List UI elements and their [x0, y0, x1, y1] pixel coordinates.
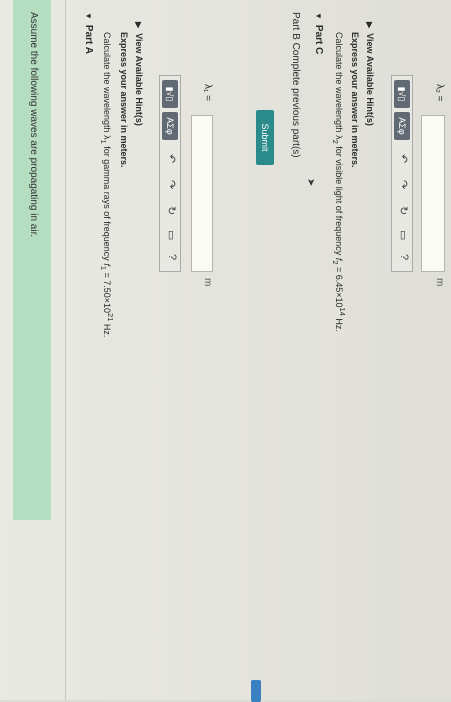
- reset-icon[interactable]: ↻: [165, 206, 178, 215]
- photo-background: Assume the following waves are propagati…: [0, 0, 451, 702]
- section-divider: [65, 0, 66, 700]
- part-c-math-toolbar: ▮√▯ ΑΣφ ↶ ↷ ↻ ▭ ?: [391, 75, 413, 272]
- keyboard-icon[interactable]: ▭: [165, 230, 178, 240]
- part-a-title[interactable]: ▼Part A: [83, 12, 94, 54]
- part-b-row: Part B Complete previous part(s): [290, 12, 301, 158]
- undo-icon[interactable]: ↶: [397, 154, 410, 163]
- part-a-variable-label: λ₁ =: [202, 84, 213, 101]
- expand-arrow-icon: ▶: [365, 22, 374, 29]
- submit-button[interactable]: Submit: [256, 110, 274, 165]
- part-a-unit: m: [202, 278, 213, 287]
- collapse-arrow-icon: ▼: [84, 12, 93, 20]
- part-a-express: Express your answer in meters.: [119, 32, 129, 168]
- part-a-math-toolbar: ▮√▯ ΑΣφ ↶ ↷ ↻ ▭ ?: [159, 75, 181, 272]
- mouse-cursor-icon: ➤: [305, 178, 316, 187]
- part-c-title[interactable]: ▼Part C: [313, 12, 324, 54]
- templates-button[interactable]: ▮√▯: [162, 80, 178, 108]
- part-a-instruction: Calculate the wavelength λ1 for gamma ra…: [99, 32, 115, 338]
- keyboard-icon[interactable]: ▭: [397, 230, 410, 240]
- part-b-status: Complete previous part(s): [290, 42, 301, 158]
- rotated-screen: Assume the following waves are propagati…: [0, 0, 451, 702]
- reset-icon[interactable]: ↻: [397, 206, 410, 215]
- part-c-instruction: Calculate the wavelength λ2 for visible …: [331, 32, 347, 332]
- expand-arrow-icon: ▶: [134, 22, 143, 29]
- part-a-answer-input[interactable]: [191, 115, 213, 272]
- next-button[interactable]: [251, 680, 261, 702]
- part-c-answer-input[interactable]: [421, 115, 445, 272]
- instruction-banner: Assume the following waves are propagati…: [13, 0, 51, 520]
- undo-icon[interactable]: ↶: [165, 154, 178, 163]
- redo-icon[interactable]: ↷: [165, 180, 178, 189]
- redo-icon[interactable]: ↷: [397, 180, 410, 189]
- part-c-unit: m: [434, 278, 445, 287]
- part-c-hint-link[interactable]: ▶View Available Hint(s): [365, 22, 375, 126]
- banner-text: Assume the following waves are propagati…: [28, 12, 39, 238]
- help-icon[interactable]: ?: [166, 254, 178, 260]
- part-c-variable-label: λ₂ =: [434, 84, 445, 102]
- help-icon[interactable]: ?: [398, 254, 410, 260]
- part-b-title: Part B: [290, 12, 301, 40]
- greek-symbols-button[interactable]: ΑΣφ: [162, 112, 178, 140]
- part-c-express: Express your answer in meters.: [350, 32, 360, 168]
- part-a-hint-link[interactable]: ▶View Available Hint(s): [134, 22, 144, 126]
- templates-button[interactable]: ▮√▯: [394, 80, 410, 108]
- collapse-arrow-icon: ▼: [314, 12, 323, 20]
- greek-symbols-button[interactable]: ΑΣφ: [394, 112, 410, 140]
